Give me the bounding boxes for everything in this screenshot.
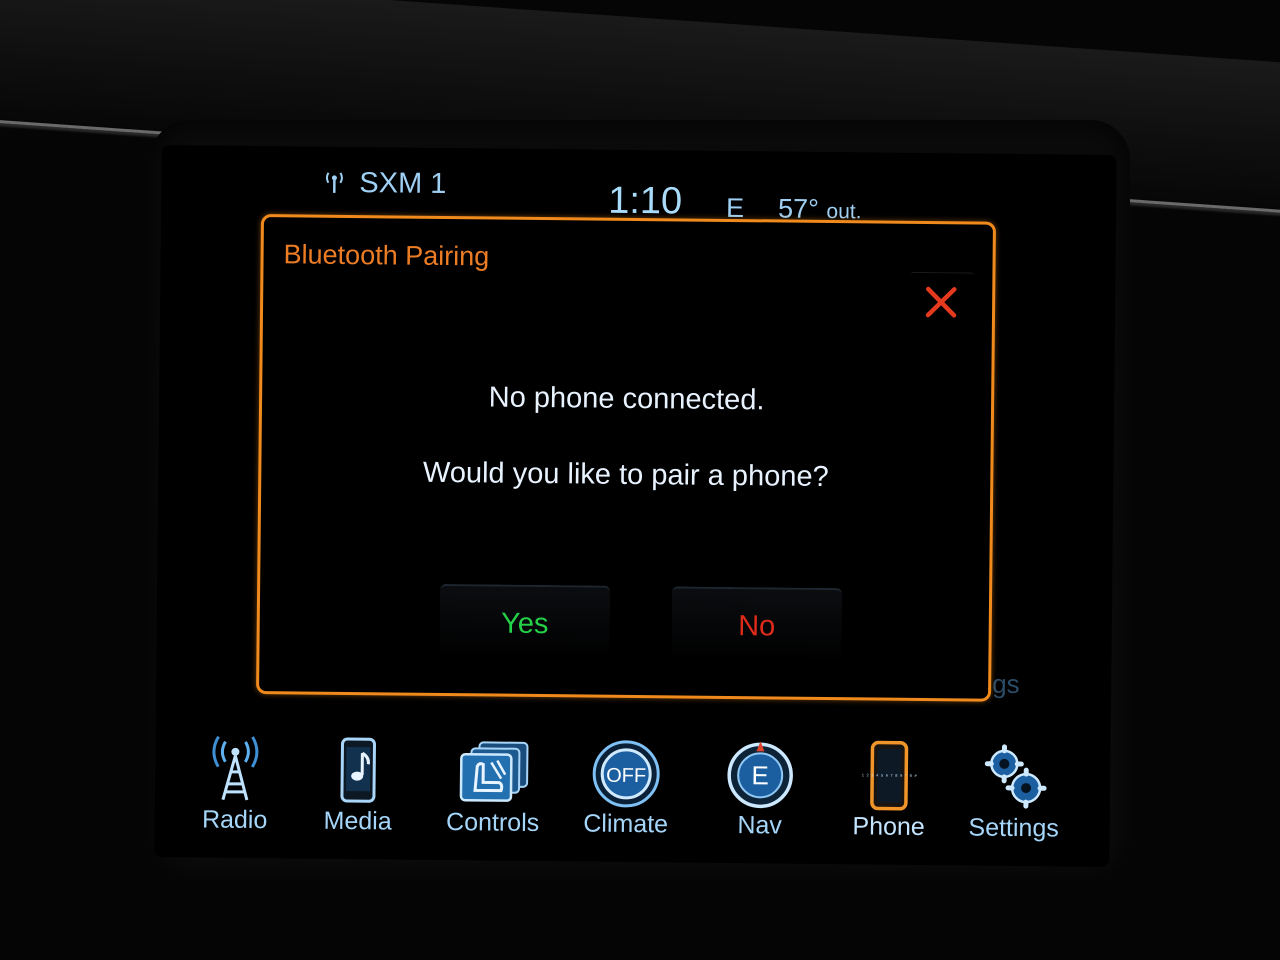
climate-off-icon: OFF [592, 740, 660, 808]
seat-controls-icon [459, 741, 529, 802]
radio-tower-icon [212, 735, 259, 801]
nav-label-climate: Climate [583, 809, 669, 839]
nav-label-nav: Nav [737, 811, 783, 840]
close-icon [925, 286, 957, 318]
bluetooth-pairing-dialog: Bluetooth Pairing No phone connected. Wo… [256, 214, 996, 702]
nav-item-climate[interactable]: OFF Climate [565, 737, 686, 848]
nav-label-controls: Controls [445, 808, 540, 838]
background-menu-text: gs [992, 668, 1020, 700]
dialog-message-question: Would you like to pair a phone? [422, 456, 829, 494]
yes-button[interactable]: Yes [439, 583, 611, 660]
media-phone-icon [340, 737, 376, 803]
antenna-signal-icon [325, 172, 343, 193]
nav-item-nav[interactable]: E Nav [699, 739, 820, 850]
dialog-title: Bluetooth Pairing [283, 239, 490, 272]
nav-item-settings[interactable]: Settings [953, 741, 1074, 852]
nav-item-phone[interactable]: 1 2 3 4 5 6 7 8 9 * 0 # Phone [828, 740, 949, 851]
nav-label-radio: Radio [201, 805, 268, 835]
phone-keypad-icon: 1 2 3 4 5 6 7 8 9 * 0 # [862, 740, 918, 811]
nav-label-phone: Phone [852, 812, 925, 842]
nav-label-media: Media [323, 806, 392, 836]
compass-badge: E [751, 760, 769, 790]
nav-item-media[interactable]: Media [297, 734, 418, 845]
dialog-message-status: No phone connected. [488, 381, 765, 417]
phone-keypad-keys: 1 2 3 4 5 6 7 8 9 * 0 # [862, 773, 918, 779]
close-button[interactable] [909, 271, 975, 329]
nav-item-radio[interactable]: Radio [174, 733, 295, 844]
bottom-nav-bar: Radio Media Controls OFF Climate E Nav 1… [154, 733, 1110, 853]
compass-icon: E [727, 741, 793, 809]
radio-source[interactable]: SXM 1 [359, 167, 446, 201]
gears-icon [984, 744, 1047, 809]
nav-item-controls[interactable]: Controls [432, 736, 553, 847]
nav-label-settings: Settings [968, 813, 1059, 843]
climate-off-badge: OFF [606, 765, 646, 787]
no-button[interactable]: No [671, 586, 843, 663]
infotainment-screen: SXM 1 1:10 E 57° out. gs Bluetooth Pairi… [154, 145, 1117, 867]
